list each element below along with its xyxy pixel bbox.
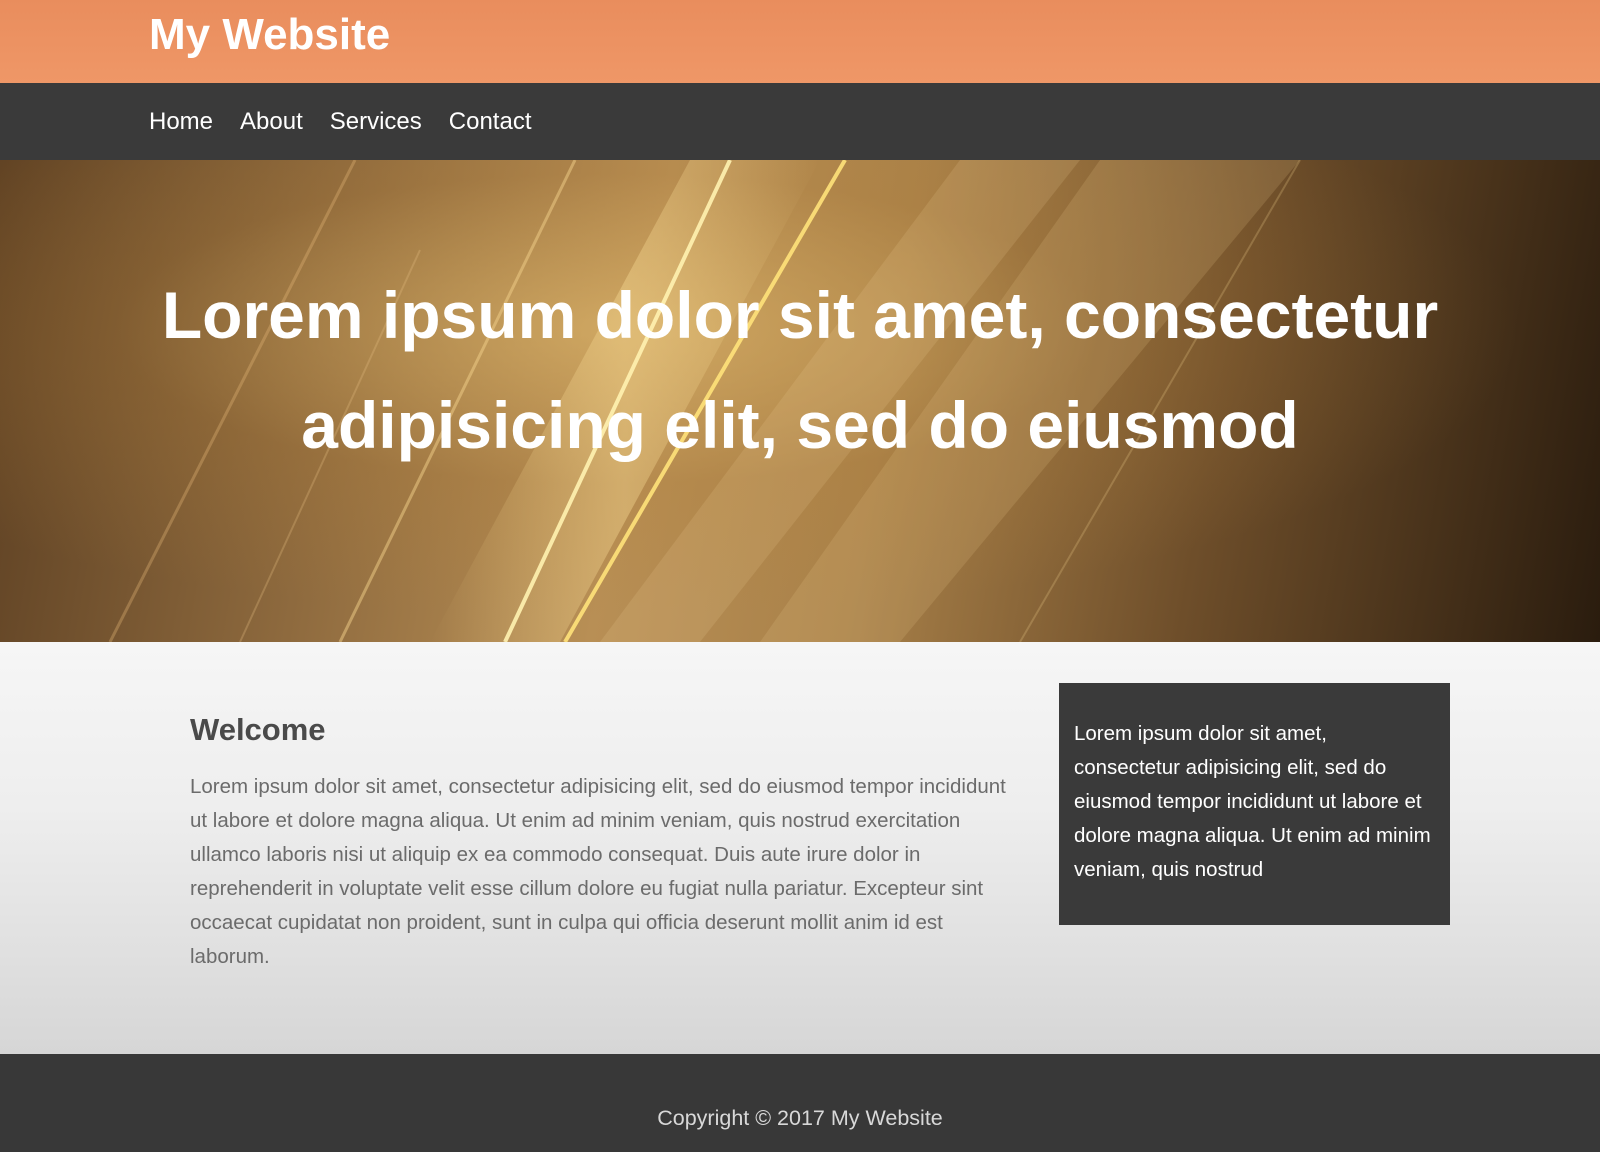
nav-item-about: About [240,108,303,136]
hero-headline: Lorem ipsum dolor sit amet, consectetur … [161,278,1439,462]
nav-item-home: Home [149,108,213,136]
site-footer: Copyright © 2017 My Website [0,1054,1600,1152]
nav-list: Home About Services Contact [149,83,559,160]
nav-link-contact[interactable]: Contact [449,108,532,135]
nav-item-contact: Contact [449,108,532,136]
site-header: My Website [0,0,1600,83]
main-content: Welcome Lorem ipsum dolor sit amet, cons… [0,642,1600,1054]
nav-link-home[interactable]: Home [149,108,213,135]
nav-item-services: Services [330,108,422,136]
welcome-paragraph: Lorem ipsum dolor sit amet, consectetur … [190,775,1006,968]
sidebar-text: Lorem ipsum dolor sit amet, consectetur … [1074,722,1431,881]
nav-link-services[interactable]: Services [330,108,422,135]
sidebar-box: Lorem ipsum dolor sit amet, consectetur … [1059,683,1450,925]
site-title: My Website [149,10,391,59]
hero-banner: Lorem ipsum dolor sit amet, consectetur … [0,160,1600,642]
nav-link-about[interactable]: About [240,108,303,135]
welcome-heading: Welcome [190,712,326,747]
copyright-text: Copyright © 2017 My Website [657,1106,943,1130]
main-navigation: Home About Services Contact [0,83,1600,160]
